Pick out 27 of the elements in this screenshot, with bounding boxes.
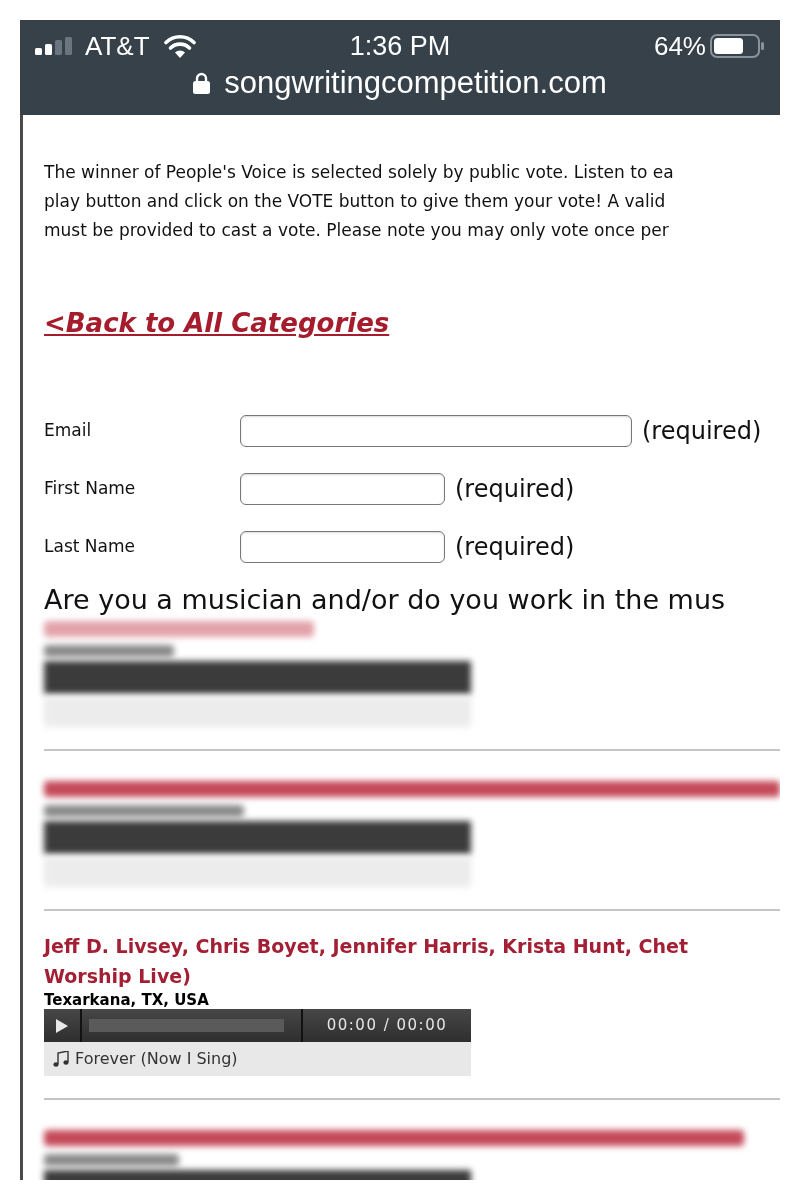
clock-time: 1:36 PM [349,30,451,61]
artist-location: Texarkana, TX, USA [44,991,210,1009]
time-display: 00:00 / 00:00 [326,1015,448,1037]
musician-question: Are you a musician and/or do you work in the mus [44,583,727,617]
required-note: (required) [455,474,575,505]
lock-icon [193,72,211,94]
track-title: Forever (Now I Sing) [75,1048,238,1070]
signal-strength-icon [35,36,75,55]
carrier-name: AT&T [85,30,150,61]
battery-icon [710,33,765,58]
text-input[interactable] [240,473,445,505]
text-input[interactable] [240,531,445,563]
required-note: (required) [455,532,575,563]
text-input[interactable] [240,415,632,447]
battery-percentage: 64% [653,30,706,61]
field-label: Email [44,419,93,443]
wifi-icon [163,33,196,58]
required-note: (required) [642,416,762,447]
address-bar-url[interactable]: songwritingcompetition.com [224,65,607,101]
artist-name[interactable]: Jeff D. Livsey, Chris Boyet, Jennifer Harris, Krista Hunt, Chet Worship Live) [44,931,780,991]
back-to-categories-link[interactable]: <Back to All Categories [44,307,390,339]
field-label: Last Name [44,535,136,559]
intro-paragraph: The winner of People's Voice is selected solely by public vote. Listen to ea play button and click on the VOTE button to give them your vote! A valid must be provided to cast a vote. Please note you may only vote once per [44,161,675,242]
play-icon [56,1018,68,1033]
seek-track[interactable] [89,1019,284,1032]
field-label: First Name [44,477,137,501]
music-note-icon [53,1050,69,1068]
